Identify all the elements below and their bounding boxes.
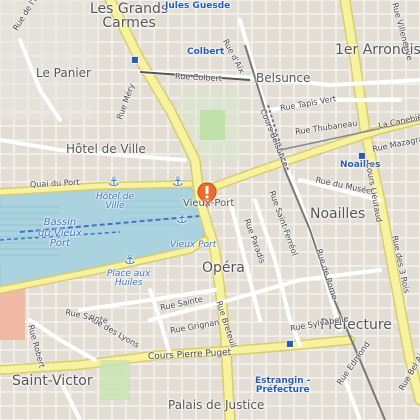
metro-icon: ■ [286, 339, 294, 348]
metro-station-label[interactable]: Noailles [340, 161, 381, 170]
metro-icon: ■ [131, 55, 139, 64]
place-label: Place aux Huiles [107, 269, 151, 289]
place-label: Vieux Port [170, 240, 217, 250]
metro-station-label[interactable]: Jules Guesde [165, 2, 230, 11]
district-label: Belsunce [256, 71, 311, 85]
district-label: Opéra [202, 260, 245, 276]
anchor-icon: ⚓ [172, 175, 184, 190]
district-label: Saint-Victor [12, 373, 93, 389]
district-label: Le Panier [36, 66, 91, 80]
district-label: Palais de Justice [168, 398, 265, 412]
anchor-icon: ⚓ [124, 253, 136, 268]
district-label: Noailles [310, 206, 366, 222]
anchor-icon: ⚓ [108, 175, 120, 190]
anchor-icon: ⚓ [176, 212, 188, 227]
park [200, 110, 225, 140]
place-label: Hôtel de Ville [96, 192, 134, 212]
district-label: Vieux-Port [183, 198, 235, 209]
metro-station-label[interactable]: Colbert [187, 48, 224, 57]
water-label: Bassin du Vieux Port [38, 217, 82, 249]
district-label: Hôtel de Ville [66, 142, 146, 156]
metro-station-label[interactable]: Estrangin - Préfecture [255, 377, 311, 395]
district-label: Les Grands Carmes [90, 1, 169, 31]
map-canvas[interactable]: ⚓ ⚓ ⚓ ⚓ ■ ■ ■ Les Grands Carmes Le Panie… [0, 0, 420, 420]
metro-icon: ■ [358, 151, 366, 160]
